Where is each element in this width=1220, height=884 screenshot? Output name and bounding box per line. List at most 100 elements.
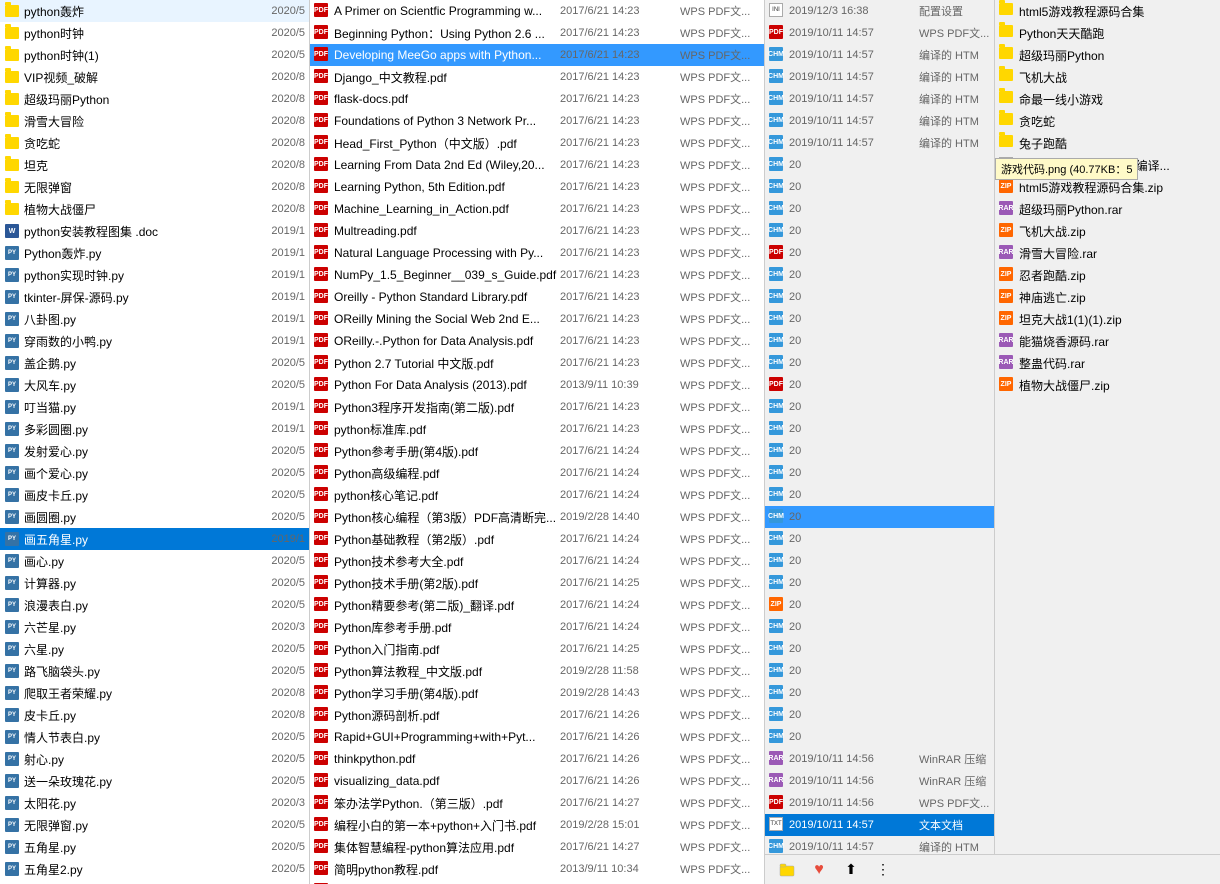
mid-list-item[interactable]: PDFDeveloping MeeGo apps with Python...2… [310, 44, 764, 66]
mid-list-item[interactable]: PDFOReilly.-.Python for Data Analysis.pd… [310, 330, 764, 352]
mid-list-item[interactable]: PDF编程小白的第一本+python+入门书.pdf2019/2/28 15:0… [310, 814, 764, 836]
left-list-item[interactable]: python轰炸2020/5 [0, 0, 309, 22]
left-list-item[interactable]: PY叮当猫.py2019/1 [0, 396, 309, 418]
mid-list-item[interactable]: PDFPython入门指南.pdf2017/6/21 14:25WPS PDF文… [310, 638, 764, 660]
mid-list-item[interactable]: PDFRapid+GUI+Programming+with+Pyt...2017… [310, 726, 764, 748]
mid-list-item[interactable]: PDFLearning From Data 2nd Ed (Wiley,20..… [310, 154, 764, 176]
left-list-item[interactable]: PY皮卡丘.py2020/8 [0, 704, 309, 726]
mid-list-item[interactable]: PDFOReilly Mining the Social Web 2nd E..… [310, 308, 764, 330]
right-folder-item[interactable]: 贪吃蛇 [995, 110, 1220, 132]
right-folder-item[interactable]: html5游戏教程源码合集 [995, 0, 1220, 22]
right-folder-item[interactable]: 飞机大战 [995, 66, 1220, 88]
mid-list-item[interactable]: PDFpython核心笔记.pdf2017/6/21 14:24WPS PDF文… [310, 484, 764, 506]
left-list-item[interactable]: PY五角星.py2020/5 [0, 836, 309, 858]
mid-list-item[interactable]: PDFPython技术手册(第2版).pdf2017/6/21 14:25WPS… [310, 572, 764, 594]
mid-list-item[interactable]: PDFPython技术参考大全.pdf2017/6/21 14:24WPS PD… [310, 550, 764, 572]
mid-list-item[interactable]: PDFA Primer on Scientfic Programming w..… [310, 0, 764, 22]
mid-list-item[interactable]: PDFBeginning Python：Using Python 2.6 ...… [310, 22, 764, 44]
right-list-item[interactable]: PDFJavaScript描述面试题.pdf20 [765, 374, 994, 396]
left-list-item[interactable]: PY画心.py2020/5 [0, 550, 309, 572]
mid-list-item[interactable]: PDFPython参考手册(第4版).pdf2017/6/21 14:24WPS… [310, 440, 764, 462]
toolbar-folder-btn[interactable] [775, 858, 799, 882]
left-list-item[interactable]: PY太阳花.py2020/3 [0, 792, 309, 814]
left-list-item[interactable]: PY八卦图.py2019/1 [0, 308, 309, 330]
mid-list-item[interactable]: PDFFoundations of Python 3 Network Pr...… [310, 110, 764, 132]
right-list-item[interactable]: CHMjQuery1.7 中文手册(1).chm20 [765, 506, 994, 528]
mid-list-item[interactable]: PDFPython源码剖析.pdf2017/6/21 14:26WPS PDF文… [310, 704, 764, 726]
right-folder-item[interactable]: ZIP坦克大战1(1)(1).zip [995, 308, 1220, 330]
left-list-item[interactable]: PY穿雨数的小鸭.py2019/1 [0, 330, 309, 352]
left-list-item[interactable]: PYpython实现时钟.py2019/1 [0, 264, 309, 286]
toolbar-heart-btn[interactable]: ♥ [807, 858, 831, 882]
left-list-item[interactable]: 贪吃蛇2020/8 [0, 132, 309, 154]
mid-list-item[interactable]: PDFPython精要参考(第二版)_翻译.pdf2017/6/21 14:24… [310, 594, 764, 616]
right-list-item[interactable]: CHMCSS 3.0参考手册(2).chm2019/10/11 14:57编译的… [765, 110, 994, 132]
right-list-item[interactable]: CHMJavaScript核心参考手册.chm20 [765, 352, 994, 374]
right-list-item[interactable]: CHMjquery1.8.3.chm20 [765, 572, 994, 594]
left-list-item[interactable]: PYtkinter-屏保-源码.py2019/1 [0, 286, 309, 308]
right-list-item[interactable]: CHMCSS 3.0参考手册(1).chm2019/10/11 14:57编译的… [765, 88, 994, 110]
right-list-item[interactable]: INIcPix.ini2019/12/3 16:38配置设置 [765, 0, 994, 22]
left-list-item[interactable]: PY情人节表白.py2020/5 [0, 726, 309, 748]
left-list-item[interactable]: VIP视频_破解2020/8 [0, 66, 309, 88]
mid-list-item[interactable]: PDF笨办法学Python.（第三版）.pdf2017/6/21 14:27WP… [310, 792, 764, 814]
left-list-item[interactable]: PY无限弹窗.py2020/5 [0, 814, 309, 836]
right-list-item[interactable]: CHMxHTML参考手册(1).chm20 [765, 682, 994, 704]
right-list-item[interactable]: CHMjQuery 1.3参考手册.chm20 [765, 440, 994, 462]
left-list-item[interactable]: PY发射爱心.py2020/5 [0, 440, 309, 462]
left-list-item[interactable]: PY画皮卡丘.py2020/5 [0, 484, 309, 506]
left-list-item[interactable]: 坦克2020/8 [0, 154, 309, 176]
mid-list-item[interactable]: PDFPython 2.7 Tutorial 中文版.pdf2017/6/21 … [310, 352, 764, 374]
mid-list-item[interactable]: PDFpython标准库.pdf2017/6/21 14:23WPS PDF文.… [310, 418, 764, 440]
right-list-item[interactable]: CHM网页制作完全手册.chm2019/10/11 14:57编译的 HTM [765, 836, 994, 854]
right-list-item[interactable]: PDF精通JavaScript(图灵计算机科学丛书).pdf2019/10/11… [765, 792, 994, 814]
left-list-item[interactable]: PY送一朵玫瑰花.py2020/5 [0, 770, 309, 792]
right-list-item[interactable]: CHMjQuery 1.3参考手册(1).chm20 [765, 418, 994, 440]
right-list-item[interactable]: CHMCSS 3.0参考手册.chm2019/10/11 14:57编译的 HT… [765, 132, 994, 154]
left-list-item[interactable]: 超级玛丽Python2020/8 [0, 88, 309, 110]
right-folder-item[interactable]: ZIP忍者跑酷.zip [995, 264, 1220, 286]
right-list-item[interactable]: CHMjQuery1.7 中文手册(2).chm20 [765, 528, 994, 550]
left-list-item[interactable]: 无限弹窗2020/8 [0, 176, 309, 198]
right-list-item[interactable]: CHMw3c标准html5手册.chm20 [765, 660, 994, 682]
mid-list-item[interactable]: PDFPython3程序开发指南(第二版).pdf2017/6/21 14:23… [310, 396, 764, 418]
toolbar-share-btn[interactable]: ⬆ [839, 858, 863, 882]
mid-list-item[interactable]: PDFMultreading.pdf2017/6/21 14:23WPS PDF… [310, 220, 764, 242]
right-list-item[interactable]: CHMDOM中文手册(2).chm20 [765, 198, 994, 220]
right-list-item[interactable]: CHMXMLHttp中文参考手册.chm20 [765, 726, 994, 748]
mid-list-item[interactable]: PDF简明python教程.pdf2013/9/11 10:34WPS PDF文… [310, 858, 764, 880]
right-list-item[interactable]: CHMjQuery1.7 中文手册.chm20 [765, 550, 994, 572]
left-list-item[interactable]: PYPython轰炸.py2019/1 [0, 242, 309, 264]
mid-list-item[interactable]: PDFPython高级编程.pdf2017/6/21 14:24WPS PDF文… [310, 462, 764, 484]
mid-list-item[interactable]: PDFLearning Python, 5th Edition.pdf2017/… [310, 176, 764, 198]
right-list-item[interactable]: CHMCSS中文完全参考手册.chm20 [765, 154, 994, 176]
right-list-item[interactable]: CHMSQL.chm20 [765, 638, 994, 660]
right-list-item[interactable]: CHMJavascript参考手册.chm20 [765, 286, 994, 308]
left-list-item[interactable]: PY向日葵.py2020/5 [0, 880, 309, 884]
right-folder-item[interactable]: RAR滑雪大冒险.rar [995, 242, 1220, 264]
mid-list-item[interactable]: PDFPython算法教程_中文版.pdf2019/2/28 11:58WPS … [310, 660, 764, 682]
right-list-item[interactable]: CHMjQuery 1.4参考手册(1).CHM20 [765, 462, 994, 484]
mid-list-item[interactable]: PDFNumPy_1.5_Beginner__039_s_Guide.pdf20… [310, 264, 764, 286]
right-folder-item[interactable]: ZIP飞机大战.zip [995, 220, 1220, 242]
mid-list-item[interactable]: PDFMachine_Learning_in_Action.pdf2017/6/… [310, 198, 764, 220]
left-list-item[interactable]: PY画个爱心.py2020/5 [0, 462, 309, 484]
right-folder-item[interactable]: RAR超级玛丽Python.rar [995, 198, 1220, 220]
right-folder-item[interactable]: RAR整蛊代码.rar [995, 352, 1220, 374]
right-folder-item[interactable]: 兔子跑酷 [995, 132, 1220, 154]
mid-list-item[interactable]: PDFOreilly - Python Standard Library.pdf… [310, 286, 764, 308]
mid-list-item[interactable]: PDFPython基础教程（第2版）.pdf2017/6/21 14:24WPS… [310, 528, 764, 550]
right-list-item[interactable]: CHMCSS 2.0 中文手册(2).chm2019/10/11 14:57编译… [765, 44, 994, 66]
left-list-item[interactable]: PY射心.py2020/5 [0, 748, 309, 770]
right-list-item[interactable]: CHMJDK_API_1_6_zh_CN手册.CHM20 [765, 396, 994, 418]
left-list-item[interactable]: PY浪漫表白.py2020/5 [0, 594, 309, 616]
left-list-item[interactable]: 植物大战僵尸2020/8 [0, 198, 309, 220]
right-folder-item[interactable]: 超级玛丽Python [995, 44, 1220, 66]
right-list-item[interactable]: CHMDOM中文手册.chm20 [765, 220, 994, 242]
right-list-item[interactable]: CHMxHTML参考手册.chm20 [765, 704, 994, 726]
left-list-item[interactable]: PY爬取王者荣耀.py2020/8 [0, 682, 309, 704]
right-list-item[interactable]: CHMJavascript参考手册(1).chm20 [765, 264, 994, 286]
left-list-item[interactable]: Wpython安装教程图集 .doc2019/1 [0, 220, 309, 242]
left-list-item[interactable]: PY计算器.py2020/5 [0, 572, 309, 594]
right-list-item[interactable]: TXT每个程序员都会的35种小技巧.txt2019/10/11 14:57文本文… [765, 814, 994, 836]
